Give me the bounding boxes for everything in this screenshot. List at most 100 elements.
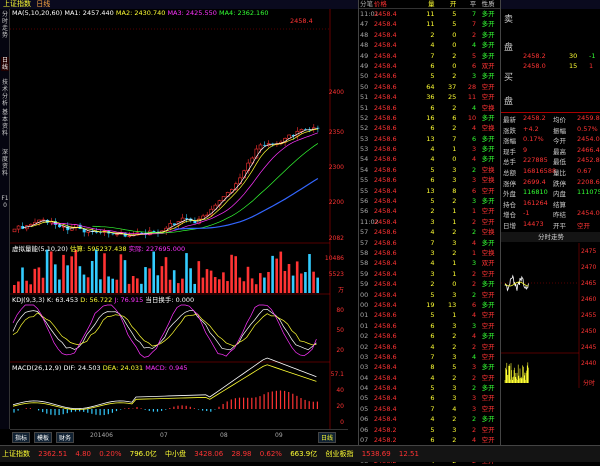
tab-template[interactable]: 模板 xyxy=(34,432,53,443)
volume-bar xyxy=(209,270,213,293)
quote-cell: 111075 xyxy=(577,188,600,197)
price-axis-label: 2400 xyxy=(328,89,344,96)
price-axis-label: 2200 xyxy=(328,199,344,206)
price-axis-label: 2300 xyxy=(328,164,344,171)
macd-legend: MACD(26,12,9) DIF: 24.503 DEA: 24.031 MA… xyxy=(12,364,188,372)
mini-axis-label: 2460 xyxy=(581,296,597,303)
volume-bar xyxy=(246,266,250,293)
sidetab-f10[interactable]: F10 xyxy=(1,195,9,209)
volume-bar xyxy=(287,264,291,293)
volume-bar xyxy=(316,277,319,293)
volume-bar xyxy=(45,249,49,293)
tick-list[interactable]: 分笔 价格 量 开 平 性质 11:01 2458.4 11 5 7 多开 47 2458.4… xyxy=(358,0,500,465)
volume-bar xyxy=(279,251,283,293)
sidetab-tech[interactable]: 技术分析 xyxy=(1,79,9,107)
mini-axis-label: 2450 xyxy=(581,328,597,335)
volume-bar xyxy=(37,267,41,293)
tab-indicator[interactable]: 指标 xyxy=(12,432,31,443)
price-axis-label: 2082 xyxy=(328,235,344,242)
quote-cell: 2466.4 xyxy=(577,145,600,154)
volume-bar xyxy=(218,279,221,293)
volume-bar xyxy=(152,251,155,293)
volume-bar xyxy=(242,281,246,293)
tab-daily[interactable]: 日线 xyxy=(318,432,337,443)
quote-cell: 空开 xyxy=(577,222,590,230)
volume-bar xyxy=(58,279,61,293)
status-b2-name[interactable]: 中小盘 xyxy=(165,450,186,458)
tick-row: 05 2458.4 7 4 3 空开 xyxy=(360,404,495,413)
volume-bar xyxy=(115,279,119,293)
volume-bar xyxy=(181,278,184,293)
status-b2-val: 3428.06 xyxy=(194,450,224,458)
quote-cell: 持仓 xyxy=(503,200,516,209)
sell-price: 2458.2 xyxy=(523,52,546,60)
quote-cell: 现手 xyxy=(503,147,516,156)
tick-row: 53 2458.6 4 1 3 多开 xyxy=(360,145,495,154)
period-label[interactable]: 日线 xyxy=(36,0,50,8)
tick-row: 55 2458.6 6 3 3 空换 xyxy=(360,176,495,185)
tick-row: 57 2458.6 4 2 2 空换 xyxy=(360,228,495,237)
volume-bar xyxy=(148,268,151,293)
quote-cell: 均价 xyxy=(553,116,566,124)
quote-cell: 16816588 xyxy=(523,167,557,175)
status-index-chg: 4.80 xyxy=(75,450,92,458)
quote-cell: 最高 xyxy=(553,147,566,156)
quote-cell: 2454.0 xyxy=(577,209,600,218)
volume-bar xyxy=(90,261,94,293)
sidetab-daily[interactable]: 日线 xyxy=(1,57,9,71)
buy-label: 买 xyxy=(504,73,514,83)
mini-title[interactable]: 分时走势 xyxy=(501,232,600,242)
mini-axis-label: 2455 xyxy=(581,312,597,319)
volume-bar xyxy=(86,277,90,293)
volume-bar xyxy=(222,272,225,293)
tick-rows: 11:01 2458.4 11 5 7 多开 47 2458.4 11 5 7 多开 48 2458.4 2… xyxy=(359,9,500,466)
status-b3-name[interactable]: 创业板指 xyxy=(325,450,353,458)
quote-cell: 116810 xyxy=(523,188,548,197)
kline-chart[interactable]: MA(5,10,20,60) MA1: 2457.440 MA2: 2430.7… xyxy=(10,9,348,429)
volume-bar xyxy=(312,271,315,293)
tick-row: 48 2458.4 4 0 4 多开 xyxy=(360,41,495,50)
mini-vol-label: 分时 xyxy=(583,380,596,387)
volume-bar xyxy=(49,251,53,293)
tick-row: 49 2458.4 6 0 6 双开 xyxy=(360,61,495,70)
status-index-name[interactable]: 上证指数 xyxy=(2,450,30,458)
sidetab-basic[interactable]: 基本资料 xyxy=(1,109,9,137)
volume-bar xyxy=(295,261,299,293)
quote-cell: -1 xyxy=(523,209,530,218)
tick-row: 53 2458.6 13 7 6 多开 xyxy=(360,134,495,143)
pan-label: 盘 xyxy=(504,97,514,107)
quote-cell: +4.2 xyxy=(523,124,539,133)
kdj-axis-label: 20 xyxy=(336,347,344,354)
tick-row: 57 2458.6 7 3 4 多开 xyxy=(360,238,495,247)
volume-bar xyxy=(185,253,188,293)
symbol-name: 上证指数 xyxy=(3,0,31,8)
volume-bar xyxy=(267,271,270,293)
high-label: 2458.4 xyxy=(290,17,313,25)
quote-cell: 日增 xyxy=(503,222,516,230)
tick-row: 02 2458.6 6 2 4 多开 xyxy=(360,332,495,341)
volume-bar xyxy=(66,265,69,293)
tab-finance[interactable]: 财务 xyxy=(56,432,75,443)
tick-row: 05 2458.4 6 3 3 空开 xyxy=(360,394,495,403)
volume-bar xyxy=(259,273,262,293)
tick-row: 51 2458.4 36 25 11 空开 xyxy=(360,93,495,102)
volume-bar xyxy=(140,283,143,293)
tick-row: 56 2458.4 5 2 3 多开 xyxy=(360,197,495,206)
candle-body xyxy=(16,225,21,230)
mini-axis-label: 2445 xyxy=(581,344,597,351)
macd-axis-label: 20 xyxy=(336,403,344,410)
volume-bar xyxy=(205,269,209,293)
quote-cell: 161264 xyxy=(523,198,548,207)
volume-bar xyxy=(119,254,123,293)
volume-bar xyxy=(172,270,176,293)
mini-axis-label: 2470 xyxy=(581,264,597,271)
sidetab-deep[interactable]: 深度资料 xyxy=(1,149,9,177)
sidetab-intraday[interactable]: 分时走势 xyxy=(1,11,9,39)
tick-row: 02 2458.6 4 2 2 空开 xyxy=(360,342,495,351)
buy-vol: 15 xyxy=(569,62,578,70)
kdj-axis-label: 50 xyxy=(336,327,344,334)
tick-row: 50 2458.6 64 37 28 空开 xyxy=(360,82,495,91)
tick-row: 48 2458.4 2 0 2 多开 xyxy=(360,30,495,39)
tick-row: 04 2458.4 4 2 2 空开 xyxy=(360,373,495,382)
vol-axis-unit: 万 xyxy=(337,287,344,294)
